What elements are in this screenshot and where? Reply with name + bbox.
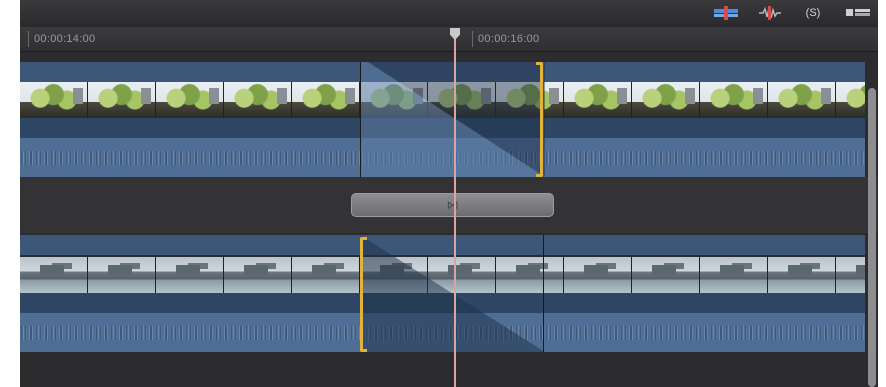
primary-clip-track[interactable] (20, 62, 865, 177)
timecode-16: 00:00:16:00 (478, 33, 540, 45)
thumbnail-frame (292, 82, 360, 118)
thumbnail-frame (428, 82, 496, 118)
thumbnail-frame (224, 257, 292, 293)
clip-header-city[interactable] (20, 235, 865, 255)
timeline-ruler[interactable]: 00:00:14:00 00:00:16:00 (20, 27, 878, 52)
thumbnail-frame (88, 257, 156, 293)
thumbnail-frame (20, 82, 88, 118)
edit-point-line (543, 235, 544, 352)
timeline-editor: (S) 00:00:14:00 00:00:16:00 ⋈ (20, 0, 878, 387)
clip-appearance-icon[interactable] (845, 5, 871, 21)
thumbnail-frame (564, 82, 632, 118)
thumbnail-frame (428, 257, 496, 293)
thumbnail-frame (768, 257, 836, 293)
trim-handle-right[interactable] (536, 62, 543, 177)
thumbnail-frame (836, 82, 865, 118)
playhead-line[interactable] (454, 30, 456, 387)
audio-waveform-icon[interactable] (758, 5, 782, 21)
thumbnail-frame (564, 257, 632, 293)
video-audio-icon[interactable] (713, 5, 739, 21)
ruler-tick (472, 31, 473, 47)
thumbnail-frame (496, 257, 564, 293)
secondary-clip-track[interactable] (20, 235, 865, 352)
cross-dissolve-icon: ⋈ (446, 198, 459, 212)
vertical-scrollbar[interactable] (868, 88, 876, 387)
audio-gap-lane (20, 293, 865, 313)
timecode-14: 00:00:14:00 (34, 33, 96, 45)
ruler-tick (28, 31, 29, 47)
thumbnail-frame (88, 82, 156, 118)
thumbnail-frame (496, 82, 564, 118)
timeline-toolbar: (S) (20, 0, 878, 28)
thumbnail-frame (700, 257, 768, 293)
thumbnail-frame (156, 82, 224, 118)
thumbnail-frame (224, 82, 292, 118)
audio-gap-lane (20, 118, 865, 138)
timeline-empty-area (20, 352, 878, 387)
transition-clip[interactable]: ⋈ (351, 193, 554, 217)
solo-icon[interactable]: (S) (802, 5, 824, 21)
thumbnail-frame (360, 257, 428, 293)
thumbnail-frame (768, 82, 836, 118)
thumbnail-frame (632, 82, 700, 118)
waveform (20, 325, 865, 340)
thumbnail-frame (156, 257, 224, 293)
waveform (20, 150, 865, 165)
thumbnail-frame (20, 257, 88, 293)
filmstrip-city (20, 257, 865, 293)
edit-point-line (543, 62, 544, 177)
edit-point-line (360, 62, 361, 177)
audio-waveform-tree[interactable] (20, 138, 865, 177)
thumbnail-frame (360, 82, 428, 118)
audio-waveform-city[interactable] (20, 313, 865, 352)
trim-handle-left[interactable] (360, 237, 367, 352)
thumbnail-frame (292, 257, 360, 293)
solo-label: (S) (805, 7, 821, 19)
thumbnail-frame (632, 257, 700, 293)
thumbnail-frame (700, 82, 768, 118)
filmstrip-tree (20, 82, 865, 118)
app-window: (S) 00:00:14:00 00:00:16:00 ⋈ (0, 0, 886, 387)
clip-header-tree[interactable] (20, 62, 865, 82)
thumbnail-frame (836, 257, 865, 293)
